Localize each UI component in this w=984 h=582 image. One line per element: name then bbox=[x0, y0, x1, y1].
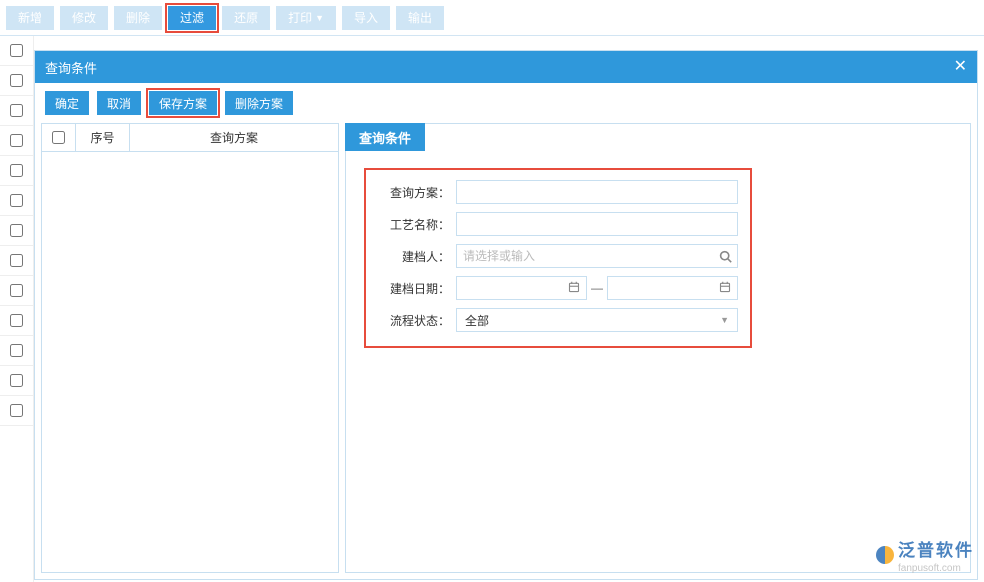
plan-table-header: 序号 查询方案 bbox=[42, 124, 338, 152]
plan-list-panel: 序号 查询方案 bbox=[41, 123, 339, 573]
form-panel-title: 查询条件 bbox=[345, 123, 425, 151]
row-checkbox[interactable] bbox=[10, 224, 23, 237]
import-button[interactable]: 导入 bbox=[342, 6, 390, 30]
left-checkbox-column bbox=[0, 36, 34, 582]
row-checkbox[interactable] bbox=[10, 44, 23, 57]
dialog-header: 查询条件 ✕ bbox=[35, 51, 977, 83]
creator-input-wrap bbox=[456, 244, 738, 268]
row-checkbox[interactable] bbox=[10, 134, 23, 147]
checkbox-row bbox=[0, 396, 33, 426]
checkbox-row bbox=[0, 366, 33, 396]
ok-button[interactable]: 确定 bbox=[45, 91, 89, 115]
query-dialog: 查询条件 ✕ 确定 取消 保存方案 删除方案 序号 查询方案 查询条件 查询方案… bbox=[34, 50, 978, 580]
form-highlight-area: 查询方案： 工艺名称： 建档人： bbox=[364, 168, 752, 348]
seq-header: 序号 bbox=[76, 124, 130, 151]
row-checkbox[interactable] bbox=[10, 344, 23, 357]
calendar-icon bbox=[719, 281, 731, 296]
createdate-label: 建档日期： bbox=[378, 280, 450, 297]
close-icon[interactable]: ✕ bbox=[954, 59, 967, 75]
date-from-input[interactable] bbox=[456, 276, 587, 300]
brand-name: 泛普软件 bbox=[898, 536, 974, 561]
checkbox-row bbox=[0, 336, 33, 366]
cancel-button[interactable]: 取消 bbox=[97, 91, 141, 115]
export-button[interactable]: 输出 bbox=[396, 6, 444, 30]
date-to-input[interactable] bbox=[607, 276, 738, 300]
dialog-title: 查询条件 bbox=[45, 58, 97, 77]
plan-label: 查询方案： bbox=[378, 184, 450, 201]
calendar-icon bbox=[568, 281, 580, 296]
row-checkbox[interactable] bbox=[10, 374, 23, 387]
row-checkbox[interactable] bbox=[10, 284, 23, 297]
print-label: 打印 bbox=[288, 9, 312, 26]
date-range: — bbox=[456, 276, 738, 300]
flowstatus-label: 流程状态： bbox=[378, 312, 450, 329]
checkbox-row bbox=[0, 306, 33, 336]
checkbox-row bbox=[0, 36, 33, 66]
procname-input[interactable] bbox=[456, 212, 738, 236]
creator-label: 建档人： bbox=[378, 248, 450, 265]
query-form-panel: 查询条件 查询方案： 工艺名称： 建档人： bbox=[345, 123, 971, 573]
checkbox-row bbox=[0, 246, 33, 276]
edit-button[interactable]: 修改 bbox=[60, 6, 108, 30]
row-checkbox[interactable] bbox=[10, 164, 23, 177]
plan-input[interactable] bbox=[456, 180, 738, 204]
checkbox-row bbox=[0, 216, 33, 246]
new-button[interactable]: 新增 bbox=[6, 6, 54, 30]
row-checkbox[interactable] bbox=[10, 194, 23, 207]
checkbox-row bbox=[0, 156, 33, 186]
search-icon[interactable] bbox=[713, 250, 737, 263]
checkbox-row bbox=[0, 66, 33, 96]
row-checkbox[interactable] bbox=[10, 74, 23, 87]
chevron-down-icon: ▼ bbox=[720, 315, 729, 325]
brand-domain: fanpusoft.com bbox=[898, 563, 974, 574]
date-separator: — bbox=[591, 281, 603, 295]
plan-header: 查询方案 bbox=[130, 124, 338, 151]
dialog-toolbar: 确定 取消 保存方案 删除方案 bbox=[35, 83, 977, 123]
restore-button[interactable]: 还原 bbox=[222, 6, 270, 30]
filter-button[interactable]: 过滤 bbox=[168, 6, 216, 30]
caret-down-icon: ▼ bbox=[315, 13, 324, 23]
checkbox-row bbox=[0, 276, 33, 306]
save-plan-button[interactable]: 保存方案 bbox=[149, 91, 217, 115]
top-toolbar: 新增 修改 删除 过滤 还原 打印 ▼ 导入 输出 bbox=[0, 0, 984, 36]
watermark: 泛普软件 fanpusoft.com bbox=[876, 536, 974, 574]
row-checkbox[interactable] bbox=[10, 314, 23, 327]
dialog-body: 序号 查询方案 查询条件 查询方案： 工艺名称： 建档人： bbox=[35, 123, 977, 579]
delete-button[interactable]: 删除 bbox=[114, 6, 162, 30]
checkbox-row bbox=[0, 186, 33, 216]
row-checkbox[interactable] bbox=[10, 104, 23, 117]
procname-label: 工艺名称： bbox=[378, 216, 450, 233]
checkbox-row bbox=[0, 96, 33, 126]
delete-plan-button[interactable]: 删除方案 bbox=[225, 91, 293, 115]
select-all-checkbox[interactable] bbox=[52, 131, 65, 144]
print-button[interactable]: 打印 ▼ bbox=[276, 6, 336, 30]
row-checkbox[interactable] bbox=[10, 404, 23, 417]
row-checkbox[interactable] bbox=[10, 254, 23, 267]
flowstatus-select[interactable]: 全部 ▼ bbox=[456, 308, 738, 332]
brand-logo-icon bbox=[876, 546, 894, 564]
flowstatus-value: 全部 bbox=[465, 312, 489, 329]
checkbox-row bbox=[0, 126, 33, 156]
creator-input[interactable] bbox=[457, 245, 713, 267]
